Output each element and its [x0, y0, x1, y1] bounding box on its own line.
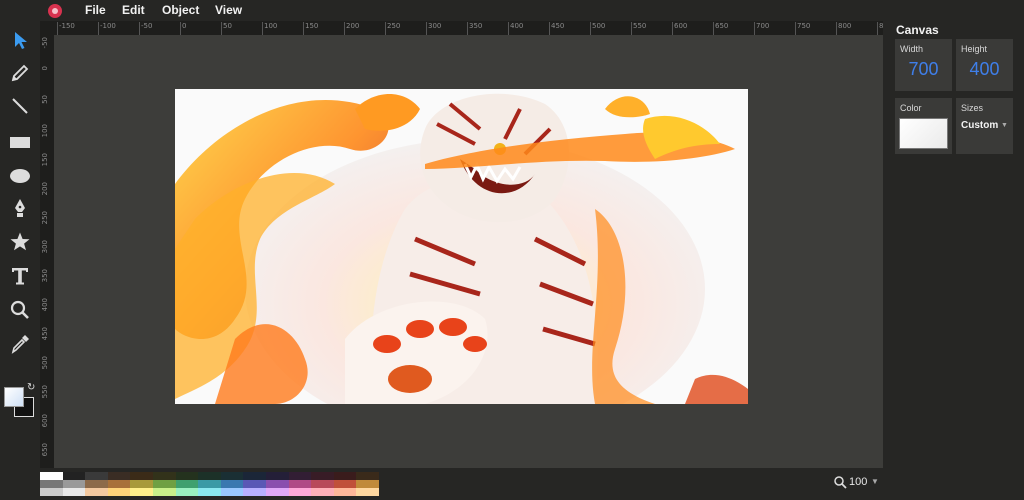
ruler-left-label: 500 — [41, 356, 49, 370]
ruler-left-label: -50 — [41, 37, 49, 49]
pencil-icon[interactable] — [5, 59, 35, 87]
ruler-left-label: 0 — [41, 66, 49, 71]
ruler-top-label: 100 — [261, 22, 278, 35]
ruler-top-label: 300 — [425, 22, 442, 35]
bottom-bar: 100 ▼ — [40, 468, 883, 500]
palette-row-light[interactable] — [40, 488, 379, 496]
height-field[interactable]: Height 400 — [956, 39, 1013, 91]
ruler-left-label: 400 — [41, 298, 49, 312]
color-label: Color — [900, 103, 922, 113]
sizes-field[interactable]: Sizes Custom ▼ — [956, 98, 1013, 154]
menu-edit[interactable]: Edit — [122, 3, 145, 17]
ruler-left-label: 650 — [41, 443, 49, 457]
menu-file[interactable]: File — [85, 3, 106, 17]
foreground-color-swatch[interactable] — [4, 387, 24, 407]
line-icon[interactable] — [5, 92, 35, 120]
menu-view[interactable]: View — [215, 3, 242, 17]
ruler-top-label: 700 — [753, 22, 770, 35]
ruler-top-label: 750 — [794, 22, 811, 35]
ruler-top-label: 200 — [343, 22, 360, 35]
color-field[interactable]: Color — [895, 98, 952, 154]
ruler-top-label: 150 — [302, 22, 319, 35]
ruler-top-label: 400 — [507, 22, 524, 35]
tool-bar: ↻ — [0, 21, 40, 500]
app-logo-icon[interactable] — [48, 4, 62, 18]
sizes-dropdown[interactable]: Custom — [961, 120, 998, 131]
ruler-top-label: 450 — [548, 22, 565, 35]
color-palette[interactable] — [40, 472, 379, 496]
ruler-left-label: 250 — [41, 211, 49, 225]
ruler-left-label: 450 — [41, 327, 49, 341]
rectangle-icon[interactable] — [5, 128, 35, 156]
ellipse-icon[interactable] — [5, 162, 35, 190]
width-field[interactable]: Width 700 — [895, 39, 952, 91]
sizes-caret-icon[interactable]: ▼ — [1001, 122, 1008, 129]
palette-row-dark[interactable] — [40, 472, 379, 480]
ruler-top-label: 250 — [384, 22, 401, 35]
menu-bar: File Edit Object View — [0, 0, 1024, 21]
height-label: Height — [961, 44, 988, 54]
canvas-color-swatch[interactable] — [899, 118, 948, 149]
sizes-label: Sizes — [961, 103, 984, 113]
palette-row-mid[interactable] — [40, 480, 379, 488]
ruler-top-label: 650 — [712, 22, 729, 35]
width-label: Width — [900, 44, 924, 54]
ruler-vertical: -50 0 50 100 150 200 250 300 350 400 450 500 550 600 6… — [40, 35, 54, 468]
ruler-top-label: 350 — [466, 22, 483, 35]
pen-icon[interactable] — [5, 194, 35, 222]
ruler-top-label: 500 — [589, 22, 606, 35]
canvas-properties-panel: Canvas Width 700 Height 400 Color Sizes … — [883, 21, 1024, 500]
ruler-left-label: 200 — [41, 182, 49, 196]
zoom-level[interactable]: 100 — [849, 476, 867, 488]
ruler-left-label: 550 — [41, 385, 49, 399]
editor-app: File Edit Object View ↻ -150 -100 -50 0 … — [0, 0, 1024, 500]
ruler-left-label: 350 — [41, 269, 49, 283]
ruler-top-label: 0 — [179, 22, 187, 35]
tiger-artwork — [175, 89, 748, 404]
text-icon[interactable] — [5, 262, 35, 290]
ruler-top-label: 600 — [671, 22, 688, 35]
artboard-canvas[interactable] — [175, 89, 748, 404]
ruler-top-label: -50 — [138, 22, 153, 35]
ruler-left-label: 600 — [41, 414, 49, 428]
ruler-left-label: 150 — [41, 153, 49, 167]
zoom-icon[interactable] — [5, 296, 35, 324]
eyedropper-icon[interactable] — [5, 330, 35, 358]
star-icon[interactable] — [5, 228, 35, 256]
ruler-top-label: 50 — [221, 22, 232, 35]
menu-object[interactable]: Object — [162, 3, 199, 17]
ruler-left-label: 300 — [41, 240, 49, 254]
zoom-dropdown-caret-icon[interactable]: ▼ — [871, 477, 879, 486]
width-value[interactable]: 700 — [895, 59, 952, 80]
ruler-left-label: 50 — [41, 95, 49, 104]
zoom-icon[interactable] — [833, 475, 847, 489]
ruler-left-label: 100 — [41, 124, 49, 138]
ruler-top-label: 800 — [835, 22, 852, 35]
workspace[interactable] — [54, 35, 883, 468]
height-value[interactable]: 400 — [956, 59, 1013, 80]
swap-colors-icon[interactable]: ↻ — [27, 382, 35, 393]
ruler-top-label: -150 — [57, 22, 75, 35]
ruler-top-label: 550 — [630, 22, 647, 35]
ruler-horizontal: -150 -100 -50 0 50 100 150 200 250 300 350 400 450 50… — [40, 21, 883, 35]
ruler-top-label: -100 — [98, 22, 116, 35]
panel-title: Canvas — [896, 23, 939, 37]
select-arrow-icon[interactable] — [5, 26, 35, 54]
